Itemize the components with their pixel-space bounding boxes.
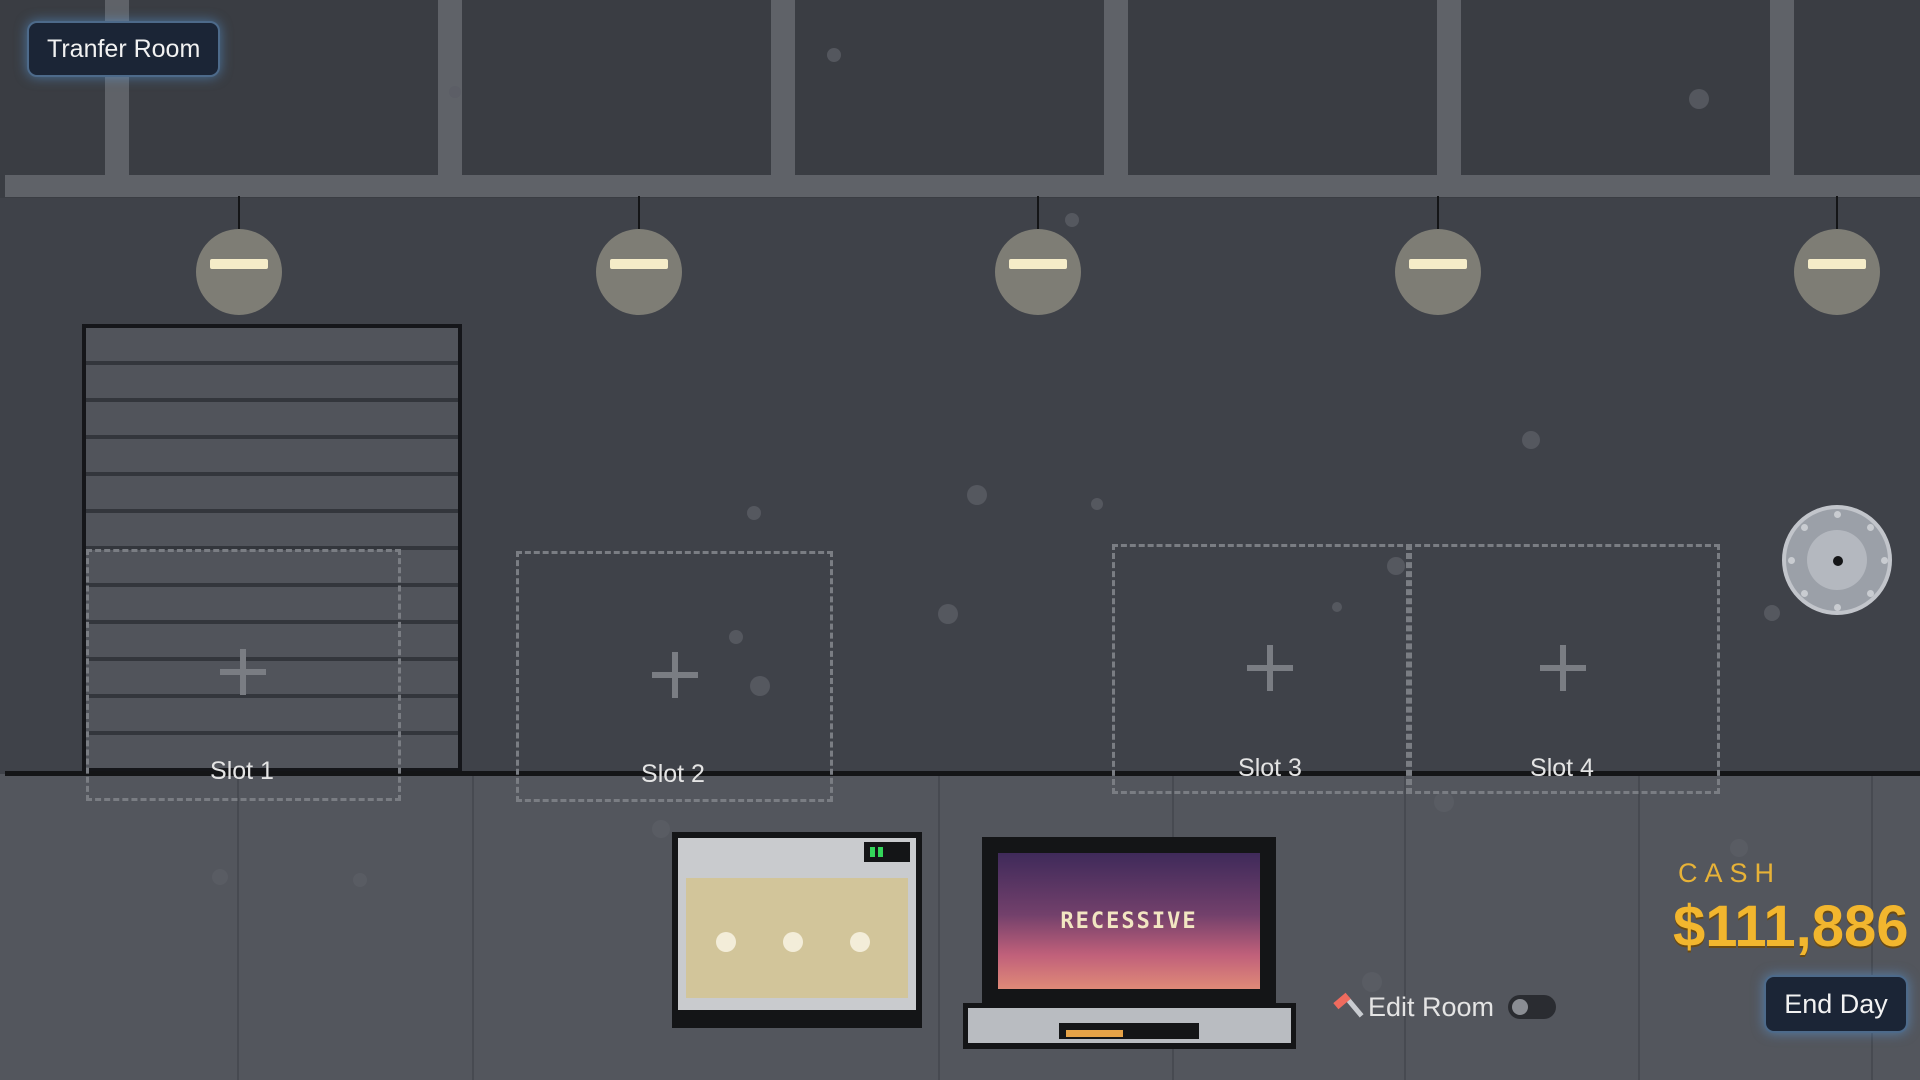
edit-room-toggle[interactable] — [1508, 995, 1557, 1019]
plus-icon[interactable] — [1540, 645, 1586, 691]
cash-value: $111,886 — [1673, 894, 1909, 959]
knob — [716, 932, 736, 952]
game-scene: Slot 1 Slot 2 Slot 3 Slot 4 RECESSIVE Tr… — [0, 0, 1920, 1080]
vault-dial-icon[interactable] — [1782, 505, 1892, 615]
hammer-icon — [1332, 992, 1364, 1021]
laptop-screen[interactable]: RECESSIVE — [982, 837, 1276, 1003]
ceiling — [0, 0, 1920, 198]
end-day-button[interactable]: End Day — [1764, 975, 1908, 1033]
floor-seam — [1404, 776, 1406, 1080]
floor — [0, 774, 1920, 1080]
laptop-screen-text: RECESSIVE — [1060, 908, 1198, 934]
ceiling-lamp — [194, 196, 284, 318]
dust-particle — [1689, 89, 1709, 109]
knob — [783, 932, 803, 952]
dust-particle — [212, 869, 228, 885]
dust-particle — [938, 604, 958, 624]
ceiling-lamp — [1393, 196, 1483, 318]
ceiling-pillar — [771, 0, 795, 176]
edit-room-label: Edit Room — [1368, 991, 1495, 1022]
dust-particle — [1730, 839, 1748, 857]
dust-particle — [1065, 213, 1079, 227]
cash-label: CASH — [1678, 858, 1782, 888]
floor-seam — [1638, 776, 1640, 1080]
slot-4-label: Slot 4 — [1530, 754, 1594, 782]
amplifier-machine[interactable] — [672, 832, 922, 1028]
dust-particle — [1091, 498, 1103, 510]
slot-3-label: Slot 3 — [1238, 754, 1302, 782]
dust-particle — [967, 485, 987, 505]
ceiling-rail — [5, 175, 1920, 197]
edit-room-control[interactable]: Edit Room — [1332, 987, 1557, 1027]
dust-particle — [652, 820, 670, 838]
knob — [850, 932, 870, 952]
plus-icon[interactable] — [1247, 645, 1293, 691]
ceiling-lamp — [1792, 196, 1882, 318]
ceiling-pillar — [1437, 0, 1461, 176]
dust-particle — [747, 506, 761, 520]
ceiling-lamp — [594, 196, 684, 318]
plus-icon[interactable] — [220, 649, 266, 695]
room-title: Tranfer Room — [27, 21, 221, 77]
dust-particle — [827, 48, 841, 62]
ceiling-pillar — [1770, 0, 1794, 176]
dust-particle — [353, 873, 367, 887]
plus-icon[interactable] — [652, 652, 698, 698]
floor-seam — [472, 776, 474, 1080]
slot-2-label: Slot 2 — [641, 760, 705, 788]
ceiling-pillar — [1104, 0, 1128, 176]
dust-particle — [1522, 431, 1540, 449]
dust-particle — [1434, 792, 1454, 812]
floor-seam — [938, 776, 940, 1080]
floor-seam — [237, 776, 239, 1080]
laptop-progress-fill — [1066, 1030, 1123, 1037]
status-display — [864, 842, 910, 862]
slot-1-label: Slot 1 — [210, 757, 274, 785]
laptop-base[interactable] — [963, 1003, 1296, 1049]
dust-particle — [1764, 605, 1780, 621]
dust-particle — [449, 86, 461, 98]
